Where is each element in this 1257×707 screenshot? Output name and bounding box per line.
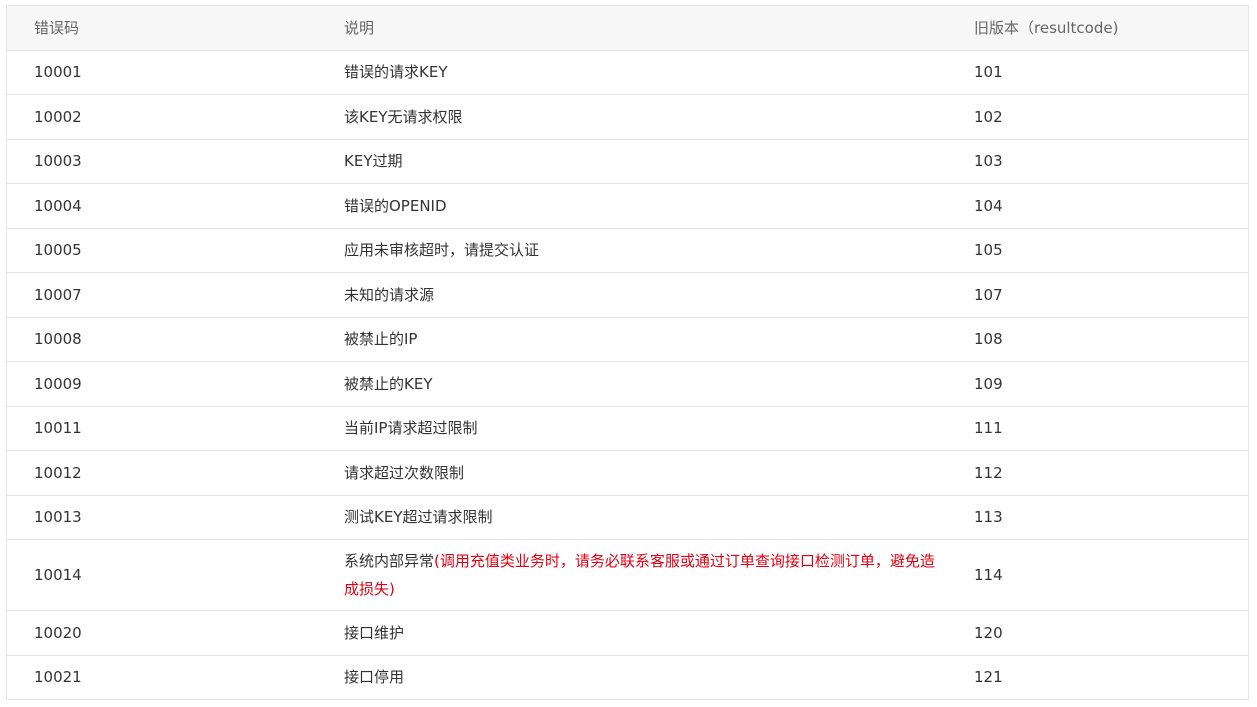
cell-old-code: 112 (947, 450, 1248, 496)
table-row: 10001 错误的请求KEY 101 (7, 50, 1248, 95)
description-text: 被禁止的IP (344, 330, 418, 349)
cell-error-code: 10003 (7, 139, 317, 184)
cell-error-code: 10008 (7, 317, 317, 362)
cell-error-code: 10005 (7, 228, 317, 273)
description-text: 接口维护 (344, 623, 405, 642)
table-row: 10020 接口维护 120 (7, 610, 1248, 656)
cell-old-code: 111 (947, 406, 1248, 451)
cell-description: 接口维护 (317, 610, 947, 656)
table-row: 10011 当前IP请求超过限制 111 (7, 406, 1248, 451)
cell-old-code: 120 (947, 610, 1248, 656)
description-text: 被禁止的KEY (344, 374, 433, 393)
table-row: 10013 测试KEY超过请求限制 113 (7, 495, 1248, 540)
description-text: 错误的请求KEY (344, 63, 448, 82)
table-row: 10002 该KEY无请求权限 102 (7, 94, 1248, 140)
description-text: KEY过期 (344, 152, 403, 171)
error-code-table-container: 错误码 说明 旧版本（resultcode) 10001 错误的请求KEY 10… (6, 5, 1249, 700)
cell-error-code: 10021 (7, 655, 317, 700)
description-text: 错误的OPENID (344, 196, 447, 215)
cell-description: KEY过期 (317, 139, 947, 184)
cell-description: 请求超过次数限制 (317, 450, 947, 496)
cell-old-code: 102 (947, 94, 1248, 140)
cell-description: 被禁止的KEY (317, 361, 947, 407)
description-text: 该KEY无请求权限 (344, 107, 463, 126)
header-description: 说明 (317, 6, 947, 51)
cell-old-code: 107 (947, 272, 1248, 318)
cell-description: 错误的请求KEY (317, 50, 947, 95)
table-row: 10014 系统内部异常(调用充值类业务时，请务必联系客服或通过订单查询接口检测… (7, 539, 1248, 611)
description-text: 测试KEY超过请求限制 (344, 508, 493, 527)
cell-error-code: 10004 (7, 183, 317, 229)
cell-error-code: 10007 (7, 272, 317, 318)
cell-old-code: 105 (947, 228, 1248, 273)
cell-description: 系统内部异常(调用充值类业务时，请务必联系客服或通过订单查询接口检测订单，避免造… (317, 539, 947, 611)
table-row: 10012 请求超过次数限制 112 (7, 450, 1248, 496)
description-text: 系统内部异常 (344, 552, 435, 570)
description-text: 应用未审核超时，请提交认证 (344, 241, 540, 260)
cell-description: 接口停用 (317, 655, 947, 700)
description-text: 请求超过次数限制 (344, 463, 465, 482)
table-row: 10005 应用未审核超时，请提交认证 105 (7, 228, 1248, 273)
cell-old-code: 108 (947, 317, 1248, 362)
cell-old-code: 109 (947, 361, 1248, 407)
header-old-version: 旧版本（resultcode) (947, 6, 1248, 51)
table-row: 10007 未知的请求源 107 (7, 272, 1248, 318)
table-row: 10003 KEY过期 103 (7, 139, 1248, 184)
cell-old-code: 114 (947, 539, 1248, 611)
description-text: 当前IP请求超过限制 (344, 419, 478, 438)
cell-description: 未知的请求源 (317, 272, 947, 318)
table-row: 10009 被禁止的KEY 109 (7, 361, 1248, 407)
header-error-code: 错误码 (7, 6, 317, 51)
description-text: 接口停用 (344, 668, 405, 687)
cell-old-code: 121 (947, 655, 1248, 700)
cell-description: 被禁止的IP (317, 317, 947, 362)
cell-description: 错误的OPENID (317, 183, 947, 229)
error-code-table: 错误码 说明 旧版本（resultcode) 10001 错误的请求KEY 10… (7, 6, 1248, 700)
cell-error-code: 10012 (7, 450, 317, 496)
description-text: 未知的请求源 (344, 285, 435, 304)
table-row: 10004 错误的OPENID 104 (7, 183, 1248, 229)
cell-error-code: 10014 (7, 539, 317, 611)
cell-old-code: 104 (947, 183, 1248, 229)
cell-description: 当前IP请求超过限制 (317, 406, 947, 451)
cell-error-code: 10009 (7, 361, 317, 407)
cell-old-code: 103 (947, 139, 1248, 184)
cell-old-code: 101 (947, 50, 1248, 95)
table-row: 10008 被禁止的IP 108 (7, 317, 1248, 362)
table-header-row: 错误码 说明 旧版本（resultcode) (7, 6, 1248, 51)
cell-error-code: 10020 (7, 610, 317, 656)
cell-description: 该KEY无请求权限 (317, 94, 947, 140)
cell-description: 应用未审核超时，请提交认证 (317, 228, 947, 273)
cell-error-code: 10001 (7, 50, 317, 95)
cell-error-code: 10002 (7, 94, 317, 140)
cell-error-code: 10013 (7, 495, 317, 540)
cell-description: 测试KEY超过请求限制 (317, 495, 947, 540)
cell-error-code: 10011 (7, 406, 317, 451)
table-row: 10021 接口停用 121 (7, 655, 1248, 700)
cell-old-code: 113 (947, 495, 1248, 540)
